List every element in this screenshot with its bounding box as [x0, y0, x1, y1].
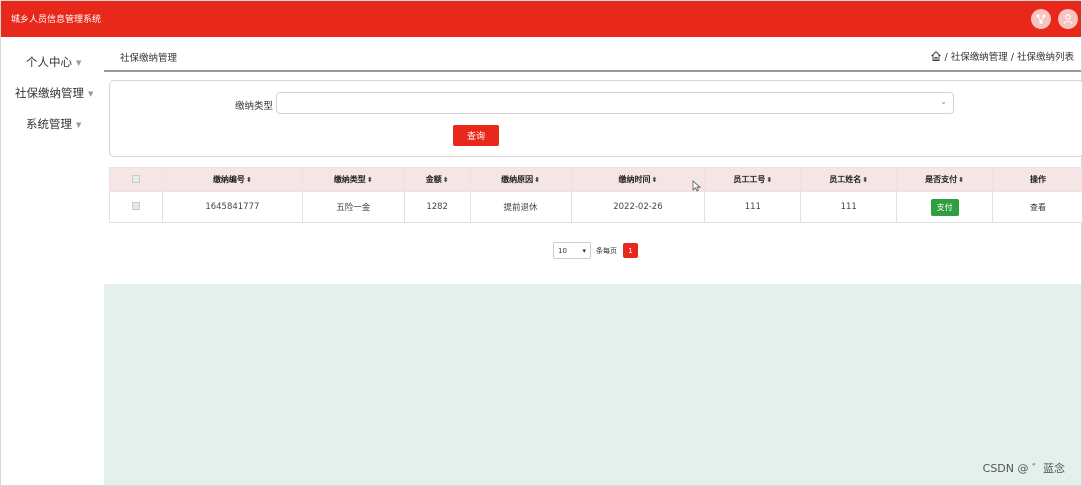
- chevron-down-icon: ▼: [76, 120, 82, 129]
- sidebar-item-system[interactable]: 系统管理 ▼: [26, 116, 81, 132]
- sort-icon[interactable]: ⬍: [651, 176, 657, 184]
- sidebar: 个人中心 ▼ 社保缴纳管理 ▼ 系统管理 ▼: [1, 37, 102, 485]
- sidebar-item-label: 系统管理: [26, 117, 72, 131]
- sort-icon[interactable]: ⬍: [367, 176, 373, 184]
- chevron-down-icon: ⌄: [940, 97, 947, 106]
- cell-id: 1645841777: [161, 191, 303, 223]
- cell-time: 2022-02-26: [570, 191, 706, 223]
- query-button[interactable]: 查询: [453, 125, 499, 146]
- row-checkbox[interactable]: [131, 201, 140, 210]
- column-header[interactable]: 员工姓名⬍: [800, 167, 898, 192]
- column-header[interactable]: 缴纳原因⬍: [469, 167, 572, 192]
- mouse-cursor-icon: [692, 180, 701, 192]
- per-page-label: 条每页: [596, 246, 617, 255]
- page-title: 社保缴纳管理: [120, 53, 178, 64]
- cell-action: 查看: [992, 191, 1082, 223]
- payment-table: 缴纳编号⬍ 缴纳类型⬍ 金额⬍ 缴纳原因⬍ 缴纳时间⬍ 员工工号⬍ 员工姓名⬍ …: [109, 167, 1082, 223]
- sort-icon[interactable]: ⬍: [534, 176, 540, 184]
- cell-type: 五险一金: [301, 191, 405, 223]
- payment-type-label: 缴纳类型: [235, 101, 274, 112]
- page-header: 社保缴纳管理 / 社保缴纳管理 / 社保缴纳列表: [104, 42, 1081, 72]
- content-background: CSDN @ ゛蓝念: [104, 284, 1081, 485]
- chevron-down-icon: ▾: [582, 246, 586, 255]
- user-icon[interactable]: [1058, 9, 1078, 29]
- column-header[interactable]: 缴纳时间⬍: [570, 167, 706, 192]
- column-header[interactable]: 缴纳类型⬍: [301, 167, 405, 192]
- pay-button[interactable]: 支付: [930, 198, 959, 216]
- breadcrumb-text: / 社保缴纳管理 / 社保缴纳列表: [944, 52, 1074, 63]
- sort-icon[interactable]: ⬍: [862, 176, 868, 184]
- sort-icon[interactable]: ⬍: [958, 176, 964, 184]
- page-number-current[interactable]: 1: [623, 243, 638, 258]
- column-header[interactable]: 员工工号⬍: [704, 167, 802, 192]
- column-header[interactable]: 是否支付⬍: [896, 167, 994, 192]
- table-row: 1645841777 五险一金 1282 提前退休 2022-02-26 111…: [109, 191, 1082, 223]
- cell-emp-no: 111: [704, 191, 802, 223]
- row-checkbox-cell[interactable]: [109, 191, 163, 223]
- watermark: CSDN @ ゛蓝念: [982, 462, 1065, 475]
- table-header-row: 缴纳编号⬍ 缴纳类型⬍ 金额⬍ 缴纳原因⬍ 缴纳时间⬍ 员工工号⬍ 员工姓名⬍ …: [109, 167, 1082, 192]
- top-bar: 城乡人员信息管理系统: [1, 1, 1081, 37]
- chevron-down-icon: ▼: [88, 89, 94, 98]
- sidebar-item-social-security[interactable]: 社保缴纳管理 ▼: [15, 85, 93, 101]
- column-header[interactable]: 金额⬍: [403, 167, 471, 192]
- network-icon[interactable]: [1031, 9, 1051, 29]
- select-all-checkbox[interactable]: [131, 174, 140, 183]
- search-panel: 缴纳类型 ⌄ 查询: [109, 80, 1082, 157]
- column-header[interactable]: 缴纳编号⬍: [161, 167, 303, 192]
- app-title: 城乡人员信息管理系统: [11, 15, 102, 25]
- page-size-select[interactable]: 10 ▾: [553, 242, 591, 259]
- sidebar-item-label: 个人中心: [26, 55, 72, 69]
- breadcrumb: / 社保缴纳管理 / 社保缴纳列表: [930, 49, 1074, 63]
- chevron-down-icon: ▼: [76, 58, 82, 67]
- sidebar-item-personal-center[interactable]: 个人中心 ▼: [26, 54, 81, 70]
- cell-pay: 支付: [896, 191, 994, 223]
- column-header: 操作: [992, 167, 1082, 192]
- cell-emp-name: 111: [800, 191, 898, 223]
- sidebar-item-label: 社保缴纳管理: [15, 86, 84, 100]
- sort-icon[interactable]: ⬍: [766, 176, 772, 184]
- home-icon[interactable]: [930, 50, 942, 62]
- pagination: 10 ▾ 条每页 1: [553, 242, 638, 259]
- select-all-checkbox-cell[interactable]: [109, 167, 163, 192]
- sort-icon[interactable]: ⬍: [246, 176, 252, 184]
- page-size-value: 10: [558, 246, 567, 255]
- cell-reason: 提前退休: [469, 191, 572, 223]
- view-link[interactable]: 查看: [1030, 203, 1046, 212]
- sort-icon[interactable]: ⬍: [443, 176, 449, 184]
- payment-type-select[interactable]: ⌄: [276, 92, 954, 114]
- cell-amount: 1282: [403, 191, 471, 223]
